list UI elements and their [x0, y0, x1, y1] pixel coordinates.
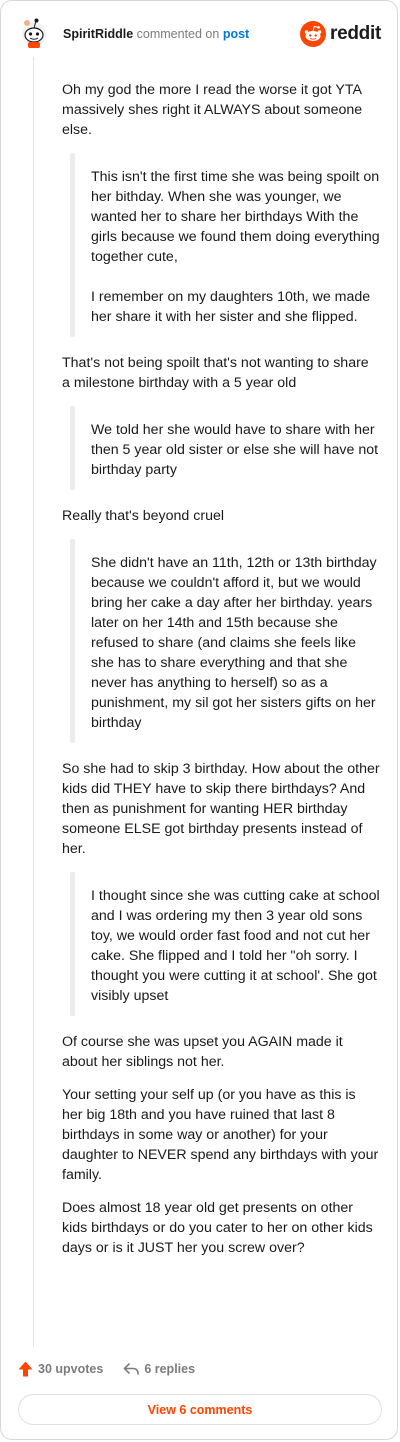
comment-paragraph: Does almost 18 year old get presents on …	[62, 1200, 373, 1256]
comment-paragraph: Oh my god the more I read the worse it g…	[62, 82, 363, 138]
comment-paragraph: Your setting your self up (or you have a…	[62, 1087, 379, 1183]
comment-paragraph: That's not being spoilt that's not wanti…	[62, 355, 369, 391]
upvote-button[interactable]: 30 upvotes	[18, 1361, 103, 1377]
byline-action: commented on	[136, 27, 220, 41]
comment-paragraph: So she had to skip 3 birthday. How about…	[62, 761, 380, 857]
comment-card: SpiritRiddle commented on post reddit Oh…	[0, 0, 398, 1440]
comment-paragraph: Really that's beyond cruel	[62, 508, 225, 524]
quote-paragraph: I remember on my daughters 10th, we made…	[91, 289, 371, 325]
upvote-count: 30 upvotes	[38, 1362, 104, 1376]
comment-footer: 30 upvotes 6 replies	[18, 1357, 215, 1381]
reddit-wordmark: reddit	[330, 23, 381, 44]
quote-paragraph: This isn't the first time she was being …	[91, 169, 380, 265]
thread-line	[33, 57, 34, 1347]
blockquote: This isn't the first time she was being …	[70, 153, 380, 337]
replies-button[interactable]: 6 replies	[123, 1362, 195, 1376]
comment-body: Oh my god the more I read the worse it g…	[62, 80, 380, 1271]
blockquote: She didn't have an 11th, 12th or 13th bi…	[70, 539, 380, 743]
reply-arrow-icon	[124, 1363, 140, 1375]
blockquote: We told her she would have to share with…	[70, 406, 380, 490]
replies-count: 6 replies	[144, 1362, 196, 1376]
upvote-arrow-icon	[18, 1361, 33, 1377]
view-comments-button[interactable]: View 6 comments	[18, 1394, 382, 1425]
byline: SpiritRiddle commented on post	[63, 27, 249, 41]
username-link[interactable]: SpiritRiddle	[63, 27, 133, 41]
quote-paragraph: I thought since she was cutting cake at …	[91, 888, 380, 1004]
quote-paragraph: She didn't have an 11th, 12th or 13th bi…	[91, 555, 377, 731]
post-link[interactable]: post	[223, 27, 249, 41]
comment-header: SpiritRiddle commented on post reddit	[15, 17, 383, 51]
quote-paragraph: We told her she would have to share with…	[91, 422, 379, 478]
reddit-brand[interactable]: reddit	[300, 21, 381, 47]
reddit-logo-icon	[300, 21, 327, 47]
avatar-icon[interactable]	[19, 17, 49, 49]
comment-paragraph: Of course she was upset you AGAIN made i…	[62, 1034, 343, 1070]
blockquote: I thought since she was cutting cake at …	[70, 872, 380, 1016]
